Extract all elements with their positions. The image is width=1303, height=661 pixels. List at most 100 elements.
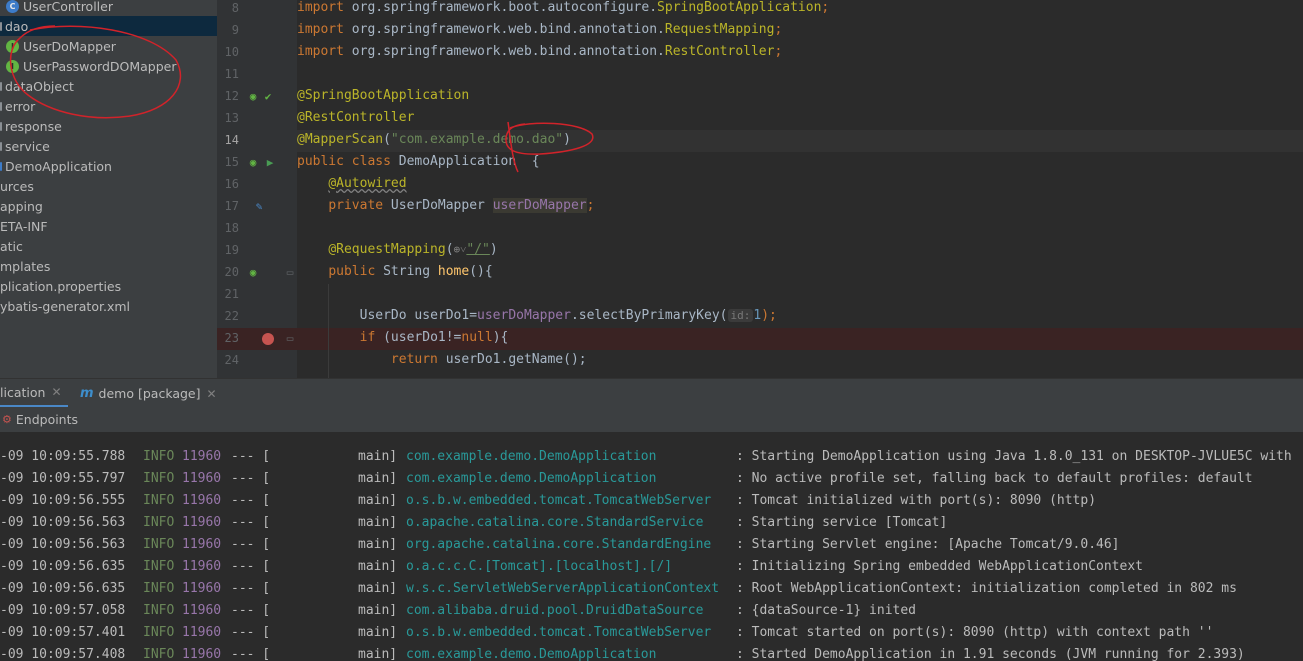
interface-icon: I xyxy=(6,39,19,53)
tree-item-demoapplication[interactable]: DemoApplication xyxy=(0,156,217,176)
tree-item-label: atic xyxy=(0,238,23,254)
tab-demo-package[interactable]: m demo [package] ✕ xyxy=(80,379,217,408)
tree-item-userdomapper[interactable]: I UserDoMapper xyxy=(0,36,217,56)
log-msg: : Initializing Spring embedded WebApplic… xyxy=(736,559,1143,574)
log-logger: o.s.b.w.embedded.tomcat.TomcatWebServer xyxy=(406,625,712,640)
fold-icon[interactable]: ▭ xyxy=(283,266,297,280)
log-level: INFO xyxy=(143,449,175,464)
tree-item-label: mplates xyxy=(0,258,51,274)
fold-icon[interactable]: ▭ xyxy=(283,332,297,346)
log-msg: : {dataSource-1} inited xyxy=(736,603,917,618)
folder-icon xyxy=(0,121,2,131)
line-number: 10 xyxy=(224,45,239,59)
tree-item-application-properties[interactable]: plication.properties xyxy=(0,276,217,296)
close-icon[interactable]: ✕ xyxy=(51,385,61,399)
log-sep: --- [ xyxy=(231,559,271,574)
class-icon: C xyxy=(6,0,19,13)
log-pid: 11960 xyxy=(182,625,222,640)
line-number: 15 xyxy=(224,155,239,169)
line-number: 20 xyxy=(224,265,239,279)
log-logger: org.apache.catalina.core.StandardEngine xyxy=(406,537,712,552)
log-msg: : Root WebApplicationContext: initializa… xyxy=(736,581,1237,596)
code-editor[interactable]: import org.springframework.boot.autoconf… xyxy=(297,0,1303,378)
code-line: return userDo1.getName(); xyxy=(390,352,587,367)
log-msg: : Tomcat initialized with port(s): 8090 … xyxy=(736,493,1097,508)
spring-bean-icon[interactable]: ◉ xyxy=(246,156,260,170)
code-line: import org.springframework.web.bind.anno… xyxy=(297,44,783,59)
log-pid: 11960 xyxy=(182,537,222,552)
log-ts: -09 10:09:56.635 xyxy=(0,559,126,574)
tree-item-mapping[interactable]: apping xyxy=(0,196,217,216)
log-pid: 11960 xyxy=(182,581,222,596)
spring-config-icon[interactable]: ✔ xyxy=(261,90,275,104)
log-msg: : Started DemoApplication in 1.91 second… xyxy=(736,647,1245,661)
log-level: INFO xyxy=(143,537,175,552)
folder-icon xyxy=(0,81,2,91)
line-number: 8 xyxy=(231,1,239,15)
log-sep: --- [ xyxy=(231,581,271,596)
editor-gutter[interactable]: 8 9 10 11 12 ◉ ✔ 13 14 15 ◉ ▶ 16 17 ✎ 18… xyxy=(217,0,297,378)
tab-label: lication xyxy=(0,384,46,400)
tree-item-label: UserController xyxy=(23,0,113,14)
log-logger: o.apache.catalina.core.StandardService xyxy=(406,515,704,530)
log-sep: --- [ xyxy=(231,515,271,530)
log-thread: main] xyxy=(358,515,398,530)
endpoints-tab[interactable]: Endpoints xyxy=(16,412,78,427)
log-logger: o.a.c.c.C.[Tomcat].[localhost].[/] xyxy=(406,559,673,574)
run-icon[interactable]: ▶ xyxy=(263,156,277,170)
log-logger: com.example.demo.DemoApplication xyxy=(406,449,657,464)
console-output[interactable]: -09 10:09:55.788 INFO 11960 --- [main] com.e… xyxy=(0,433,1303,661)
log-line: -09 10:09:56.635 INFO 11960 --- [main] o.a.c… xyxy=(0,556,1303,578)
tree-item-static[interactable]: atic xyxy=(0,236,217,256)
line-number: 23 xyxy=(224,331,239,345)
log-pid: 11960 xyxy=(182,449,222,464)
line-number: 19 xyxy=(224,243,239,257)
log-line: -09 10:09:57.058 INFO 11960 --- [main] com.a… xyxy=(0,600,1303,622)
log-thread: main] xyxy=(358,537,398,552)
run-toolbar: ⚙ Endpoints xyxy=(0,407,1303,433)
tab-application[interactable]: lication ✕ xyxy=(0,379,68,408)
tree-item-mybatis-generator[interactable]: ybatis-generator.xml xyxy=(0,296,217,316)
log-msg: : Starting service [Tomcat] xyxy=(736,515,948,530)
line-number: 14 xyxy=(224,133,239,147)
log-line: -09 10:09:57.408 INFO 11960 --- [main] com.e… xyxy=(0,644,1303,661)
tree-item-label: service xyxy=(5,138,50,154)
tree-item-label: error xyxy=(5,98,36,114)
tree-item-dataobject[interactable]: dataObject xyxy=(0,76,217,96)
tree-item-label: ETA-INF xyxy=(0,218,48,234)
tree-item-error[interactable]: error xyxy=(0,96,217,116)
log-level: INFO xyxy=(143,559,175,574)
log-pid: 11960 xyxy=(182,603,222,618)
close-icon[interactable]: ✕ xyxy=(207,387,217,401)
breakpoint-icon[interactable] xyxy=(262,333,274,345)
autowire-navigate-icon[interactable]: ✎ xyxy=(252,200,266,214)
log-level: INFO xyxy=(143,603,175,618)
log-ts: -09 10:09:55.797 xyxy=(0,471,126,486)
request-mapping-icon[interactable]: ◉ xyxy=(246,266,260,280)
log-pid: 11960 xyxy=(182,515,222,530)
tree-item-meta-inf[interactable]: ETA-INF xyxy=(0,216,217,236)
tree-item-service[interactable]: service xyxy=(0,136,217,156)
tree-item-resources[interactable]: urces xyxy=(0,176,217,196)
log-logger: com.example.demo.DemoApplication xyxy=(406,471,657,486)
tree-item-templates[interactable]: mplates xyxy=(0,256,217,276)
tree-item-userpassworddomapper[interactable]: I UserPasswordDOMapper xyxy=(0,56,217,76)
log-level: INFO xyxy=(143,515,175,530)
project-tree[interactable]: C UserController dao I UserDoMapper I UserP… xyxy=(0,0,217,378)
log-thread: main] xyxy=(358,625,398,640)
tree-item-usercontroller[interactable]: C UserController xyxy=(0,0,217,16)
log-pid: 11960 xyxy=(182,493,222,508)
log-line: -09 10:09:56.563 INFO 11960 --- [main] org.a… xyxy=(0,534,1303,556)
tree-item-dao[interactable]: dao xyxy=(0,16,217,36)
log-thread: main] xyxy=(358,559,398,574)
log-logger: o.s.b.w.embedded.tomcat.TomcatWebServer xyxy=(406,493,712,508)
tree-item-response[interactable]: response xyxy=(0,116,217,136)
web-endpoint-icon[interactable]: ⊕˅ xyxy=(454,243,467,256)
line-number: 12 xyxy=(224,89,239,103)
tree-item-label: apping xyxy=(0,198,43,214)
tree-item-label: dao xyxy=(5,18,29,34)
tree-item-label: urces xyxy=(0,178,34,194)
spring-bean-icon[interactable]: ◉ xyxy=(246,90,260,104)
run-tabs[interactable]: lication ✕ m demo [package] ✕ xyxy=(0,378,1303,408)
